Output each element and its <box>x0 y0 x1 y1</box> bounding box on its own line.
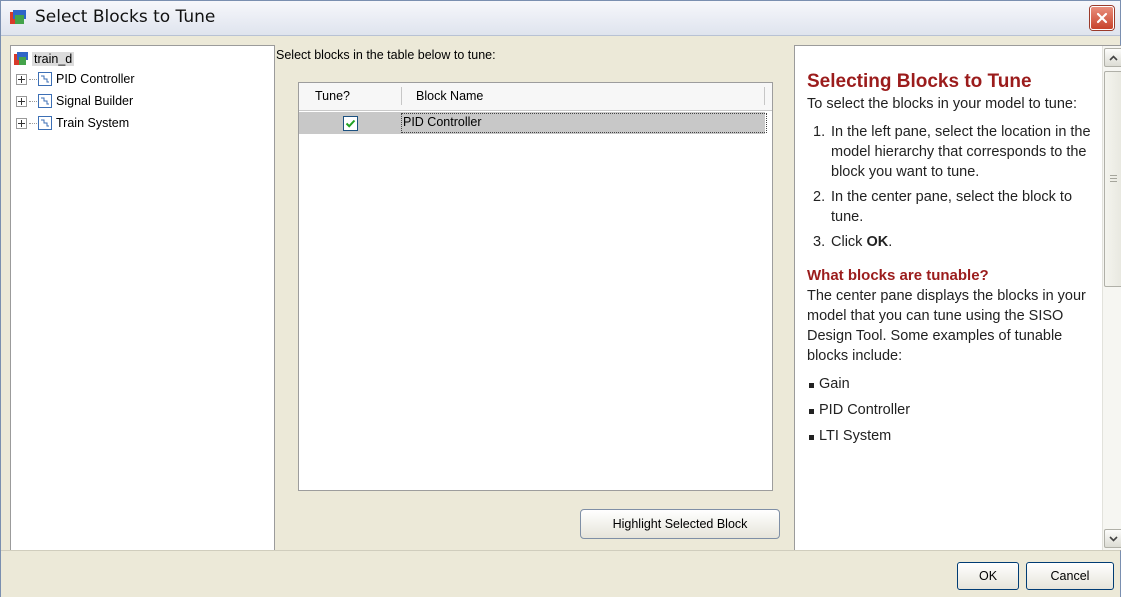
column-header-tune[interactable]: Tune? <box>315 89 350 103</box>
help-title: Selecting Blocks to Tune <box>807 71 1032 92</box>
help-step: 3. Click OK. <box>807 232 1097 252</box>
help-steps: 1. In the left pane, select the location … <box>807 122 1097 252</box>
scroll-down-button[interactable] <box>1104 529 1121 548</box>
scroll-thumb[interactable] <box>1104 71 1121 287</box>
instruction-label: Select blocks in the table below to tune… <box>276 48 496 62</box>
dialog-button-bar: OK Cancel <box>1 550 1120 597</box>
help-pane[interactable]: Selecting Blocks to Tune To select the b… <box>794 45 1121 551</box>
block-selection-pane: Select blocks in the table below to tune… <box>276 45 793 550</box>
close-button[interactable] <box>1090 6 1114 30</box>
column-separator[interactable] <box>401 87 402 105</box>
cancel-button[interactable]: Cancel <box>1026 562 1114 590</box>
step-number: 3. <box>813 234 826 250</box>
scroll-up-button[interactable] <box>1104 48 1121 67</box>
tree-item[interactable]: Signal Builder <box>16 91 133 111</box>
expand-icon[interactable] <box>16 73 27 85</box>
chevron-down-icon <box>1109 535 1118 542</box>
help-section-body: The center pane displays the blocks in y… <box>807 288 1086 364</box>
grip-line <box>1110 178 1117 179</box>
subsystem-block-icon <box>38 116 52 130</box>
step-text: In the left pane, select the location in… <box>831 124 1091 180</box>
window-title: Select Blocks to Tune <box>35 7 216 27</box>
simulink-model-icon <box>10 10 26 24</box>
tree-item-label: Train System <box>56 116 130 130</box>
chevron-up-icon <box>1109 54 1118 61</box>
tree-item-label: Signal Builder <box>56 94 134 108</box>
table-row[interactable]: PID Controller <box>299 112 767 134</box>
step-text-prefix: Click <box>831 234 867 250</box>
blocks-table[interactable]: Tune? Block Name PID Controller <box>298 82 773 491</box>
simulink-model-icon <box>14 52 28 65</box>
help-scrollbar[interactable] <box>1102 46 1121 550</box>
highlight-selected-block-button[interactable]: Highlight Selected Block <box>580 509 780 539</box>
client-area: train_d PID Controller Signal Builder Tr… <box>9 45 1121 551</box>
close-icon <box>1096 12 1108 24</box>
step-number: 2. <box>813 189 826 205</box>
step-text-suffix: . <box>888 234 893 250</box>
expand-icon[interactable] <box>16 117 27 129</box>
tree-item-label: PID Controller <box>56 72 135 86</box>
step-text-bold: OK <box>866 234 889 250</box>
help-section-title: What blocks are tunable? <box>807 267 989 284</box>
list-item: PID Controller <box>807 400 1097 420</box>
tree-connector <box>29 100 37 102</box>
column-header-block-name[interactable]: Block Name <box>416 89 483 103</box>
tune-checkbox[interactable] <box>343 116 358 131</box>
select-blocks-dialog: Select Blocks to Tune train_d PID Contro… <box>0 0 1121 597</box>
grip-line <box>1110 181 1117 182</box>
expand-icon[interactable] <box>16 95 27 107</box>
help-content: Selecting Blocks to Tune To select the b… <box>807 56 1097 452</box>
subsystem-block-icon <box>38 94 52 108</box>
help-step: 2. In the center pane, select the block t… <box>807 187 1097 227</box>
tree-item[interactable]: Train System <box>16 113 129 133</box>
checkmark-icon <box>345 119 356 128</box>
ok-button[interactable]: OK <box>957 562 1019 590</box>
help-step: 1. In the left pane, select the location … <box>807 122 1097 182</box>
title-bar: Select Blocks to Tune <box>1 1 1120 36</box>
help-intro: To select the blocks in your model to tu… <box>807 96 1078 112</box>
tree-item[interactable]: PID Controller <box>16 69 135 89</box>
tree-root-node[interactable]: train_d <box>11 49 75 69</box>
model-hierarchy-tree[interactable]: train_d PID Controller Signal Builder Tr… <box>10 45 275 551</box>
table-header: Tune? Block Name <box>299 83 772 111</box>
tree-connector <box>29 78 37 80</box>
tunable-examples-list: Gain PID Controller LTI System <box>807 374 1097 446</box>
list-item: Gain <box>807 374 1097 394</box>
column-separator[interactable] <box>764 87 765 105</box>
tree-root-label: train_d <box>32 52 75 66</box>
step-number: 1. <box>813 124 826 140</box>
step-text: In the center pane, select the block to … <box>831 189 1073 225</box>
block-name-cell: PID Controller <box>403 115 482 129</box>
list-item: LTI System <box>807 426 1097 446</box>
tree-connector <box>29 122 37 124</box>
subsystem-block-icon <box>38 72 52 86</box>
grip-line <box>1110 175 1117 176</box>
